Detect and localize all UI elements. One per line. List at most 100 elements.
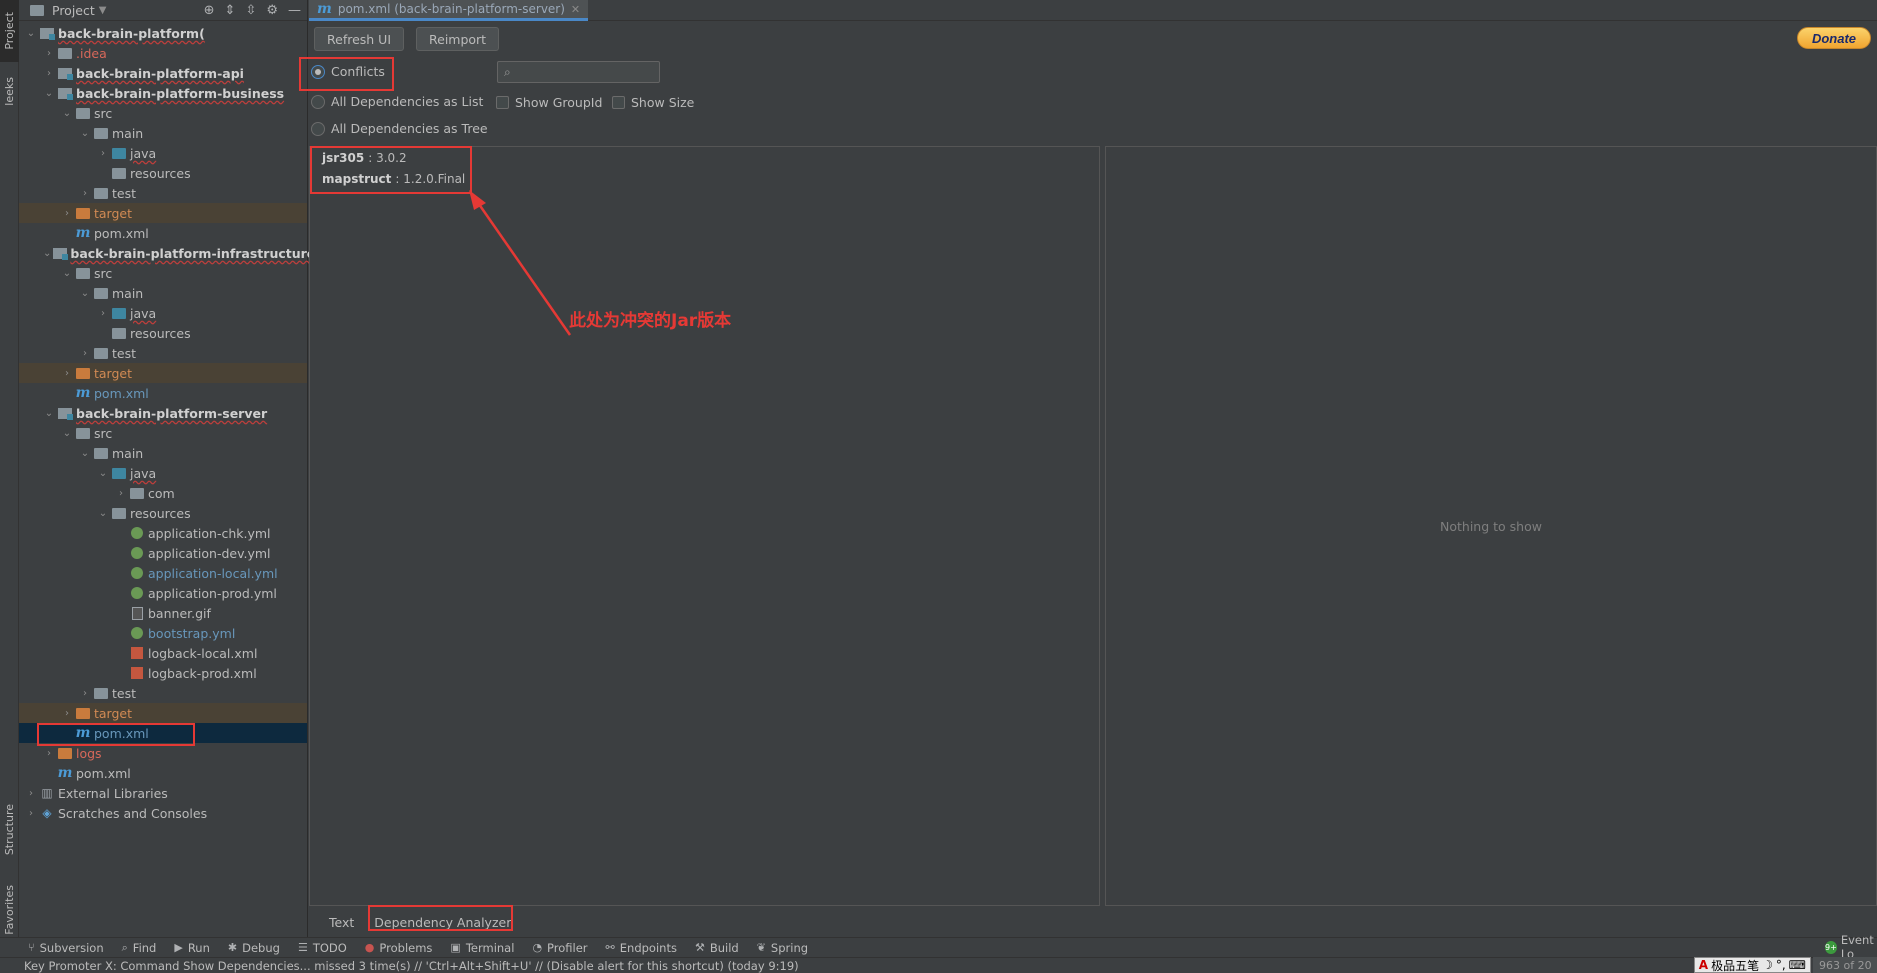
reimport-button[interactable]: Reimport — [416, 27, 500, 51]
chevron-down-icon[interactable]: ⌄ — [25, 28, 37, 39]
tree-item[interactable]: resources — [19, 163, 307, 183]
chevron-down-icon[interactable]: ⌄ — [97, 508, 109, 519]
chevron-right-icon[interactable]: › — [43, 48, 55, 59]
tree-item[interactable]: ⌄ back-brain-platform-server — [19, 403, 307, 423]
refresh-ui-button[interactable]: Refresh UI — [314, 27, 405, 51]
conflicts-radio[interactable]: Conflicts — [311, 64, 385, 79]
chevron-right-icon[interactable]: › — [79, 688, 91, 699]
tool-window-profiler[interactable]: ◔ Profiler — [532, 941, 587, 955]
chevron-down-icon[interactable]: ⌄ — [79, 448, 91, 459]
tree-item[interactable]: ⌄ main — [19, 283, 307, 303]
expand-all-icon[interactable]: ⇕ — [225, 3, 236, 18]
tool-window-endpoints[interactable]: ⚯ Endpoints — [606, 941, 677, 955]
tree-item[interactable]: application-local.yml — [19, 563, 307, 583]
donate-button[interactable]: Donate — [1796, 27, 1871, 49]
tree-item[interactable]: application-prod.yml — [19, 583, 307, 603]
tree-item[interactable]: m pom.xml — [19, 723, 307, 743]
tree-item[interactable]: ⌄ java — [19, 463, 307, 483]
tree-item[interactable]: › java — [19, 143, 307, 163]
status-message[interactable]: Key Promoter X: Command Show Dependencie… — [24, 959, 799, 973]
chevron-right-icon[interactable]: › — [115, 488, 127, 499]
project-panel-title[interactable]: Project — [52, 3, 95, 18]
tree-item[interactable]: › java — [19, 303, 307, 323]
chevron-right-icon[interactable]: › — [79, 348, 91, 359]
chevron-down-icon[interactable]: ⌄ — [43, 88, 55, 99]
tool-window-debug[interactable]: ✱ Debug — [228, 941, 280, 955]
tool-window-build[interactable]: ⚒ Build — [695, 941, 739, 955]
tree-item[interactable]: bootstrap.yml — [19, 623, 307, 643]
tree-item[interactable]: › target — [19, 363, 307, 383]
chevron-down-icon[interactable]: ▼ — [99, 5, 107, 16]
tab-pom-xml[interactable]: m pom.xml (back-brain-platform-server) ✕ — [309, 0, 589, 21]
tree-item[interactable]: logback-local.xml — [19, 643, 307, 663]
tool-window-todo[interactable]: ☰ TODO — [298, 941, 347, 955]
tree-item[interactable]: logback-prod.xml — [19, 663, 307, 683]
tree-item[interactable]: › test — [19, 683, 307, 703]
tree-item[interactable]: › ◈ Scratches and Consoles — [19, 803, 307, 823]
chevron-right-icon[interactable]: › — [79, 188, 91, 199]
tool-window-run[interactable]: ▶ Run — [174, 941, 210, 955]
ime-toolbar[interactable]: A 极品五笔 ☽ °, ⌨ — [1693, 957, 1811, 973]
tree-item[interactable]: › back-brain-platform-api — [19, 63, 307, 83]
tree-item[interactable]: resources — [19, 323, 307, 343]
close-icon[interactable]: ✕ — [571, 3, 580, 16]
tree-item[interactable]: › com — [19, 483, 307, 503]
chevron-right-icon[interactable]: › — [97, 148, 109, 159]
chevron-right-icon[interactable]: › — [97, 308, 109, 319]
tree-item[interactable]: › ▥ External Libraries — [19, 783, 307, 803]
tree-item[interactable]: ⌄ back-brain-platform-infrastructure — [19, 243, 315, 263]
search-input[interactable]: ⌕ — [497, 61, 660, 83]
tree-item[interactable]: application-chk.yml — [19, 523, 307, 543]
minimize-icon[interactable]: — — [288, 3, 301, 18]
chevron-down-icon[interactable]: ⌄ — [79, 128, 91, 139]
tree-item[interactable]: › target — [19, 203, 307, 223]
tree-item[interactable]: application-dev.yml — [19, 543, 307, 563]
favorites-tool-tab[interactable]: Favorites — [0, 875, 19, 945]
show-size-checkbox[interactable]: Show Size — [612, 95, 694, 110]
chevron-right-icon[interactable]: › — [61, 208, 73, 219]
chevron-down-icon[interactable]: ⌄ — [43, 248, 51, 259]
chevron-right-icon[interactable]: › — [43, 68, 55, 79]
tree-item[interactable]: › .idea — [19, 43, 307, 63]
chevron-down-icon[interactable]: ⌄ — [97, 468, 109, 479]
show-groupid-checkbox[interactable]: Show GroupId — [496, 95, 602, 110]
tool-window-terminal[interactable]: ▣ Terminal — [450, 941, 514, 955]
leeks-tool-tab[interactable]: leeks — [0, 72, 19, 110]
tree-item[interactable]: ⌄ resources — [19, 503, 307, 523]
chevron-right-icon[interactable]: › — [43, 748, 55, 759]
tool-window-problems[interactable]: ● Problems — [365, 941, 433, 955]
all-dependencies-list-radio[interactable]: All Dependencies as List — [311, 94, 483, 109]
chevron-right-icon[interactable]: › — [61, 368, 73, 379]
tree-item[interactable]: › target — [19, 703, 307, 723]
collapse-all-icon[interactable]: ⇳ — [245, 3, 256, 18]
tree-item[interactable]: ⌄ back-brain-platform( — [19, 23, 307, 43]
tree-item[interactable]: ⌄ src — [19, 263, 307, 283]
gear-icon[interactable]: ⚙ — [266, 3, 278, 18]
tree-item[interactable]: ⌄ main — [19, 123, 307, 143]
tool-window-find[interactable]: ⌕ Find — [122, 941, 157, 955]
chevron-down-icon[interactable]: ⌄ — [43, 408, 55, 419]
tree-item[interactable]: m pom.xml — [19, 383, 307, 403]
tree-item[interactable]: ⌄ main — [19, 443, 307, 463]
all-dependencies-tree-radio[interactable]: All Dependencies as Tree — [311, 121, 488, 136]
tree-item[interactable]: banner.gif — [19, 603, 307, 623]
project-tool-tab[interactable]: Project — [0, 0, 19, 62]
tab-dependency-analyzer[interactable]: Dependency Analyzer — [366, 911, 519, 934]
conflict-item[interactable]: mapstruct : 1.2.0.Final — [310, 168, 1099, 189]
structure-tool-tab[interactable]: Structure — [0, 795, 19, 865]
caret-position[interactable]: 963 of 20 — [1813, 957, 1877, 973]
chevron-right-icon[interactable]: › — [25, 788, 37, 799]
tree-item[interactable]: ⌄ src — [19, 423, 307, 443]
chevron-down-icon[interactable]: ⌄ — [61, 428, 73, 439]
chevron-down-icon[interactable]: ⌄ — [61, 108, 73, 119]
chevron-right-icon[interactable]: › — [61, 708, 73, 719]
conflict-item[interactable]: jsr305 : 3.0.2 — [310, 147, 1099, 168]
event-log-button[interactable]: 9+ Event Lo — [1825, 933, 1877, 961]
tool-window-spring[interactable]: ❦ Spring — [757, 941, 808, 955]
tab-text[interactable]: Text — [321, 911, 362, 934]
tree-item[interactable]: › logs — [19, 743, 307, 763]
tree-item[interactable]: m pom.xml — [19, 763, 307, 783]
tool-window-subversion[interactable]: ⑂ Subversion — [28, 941, 104, 955]
chevron-down-icon[interactable]: ⌄ — [79, 288, 91, 299]
chevron-down-icon[interactable]: ⌄ — [61, 268, 73, 279]
